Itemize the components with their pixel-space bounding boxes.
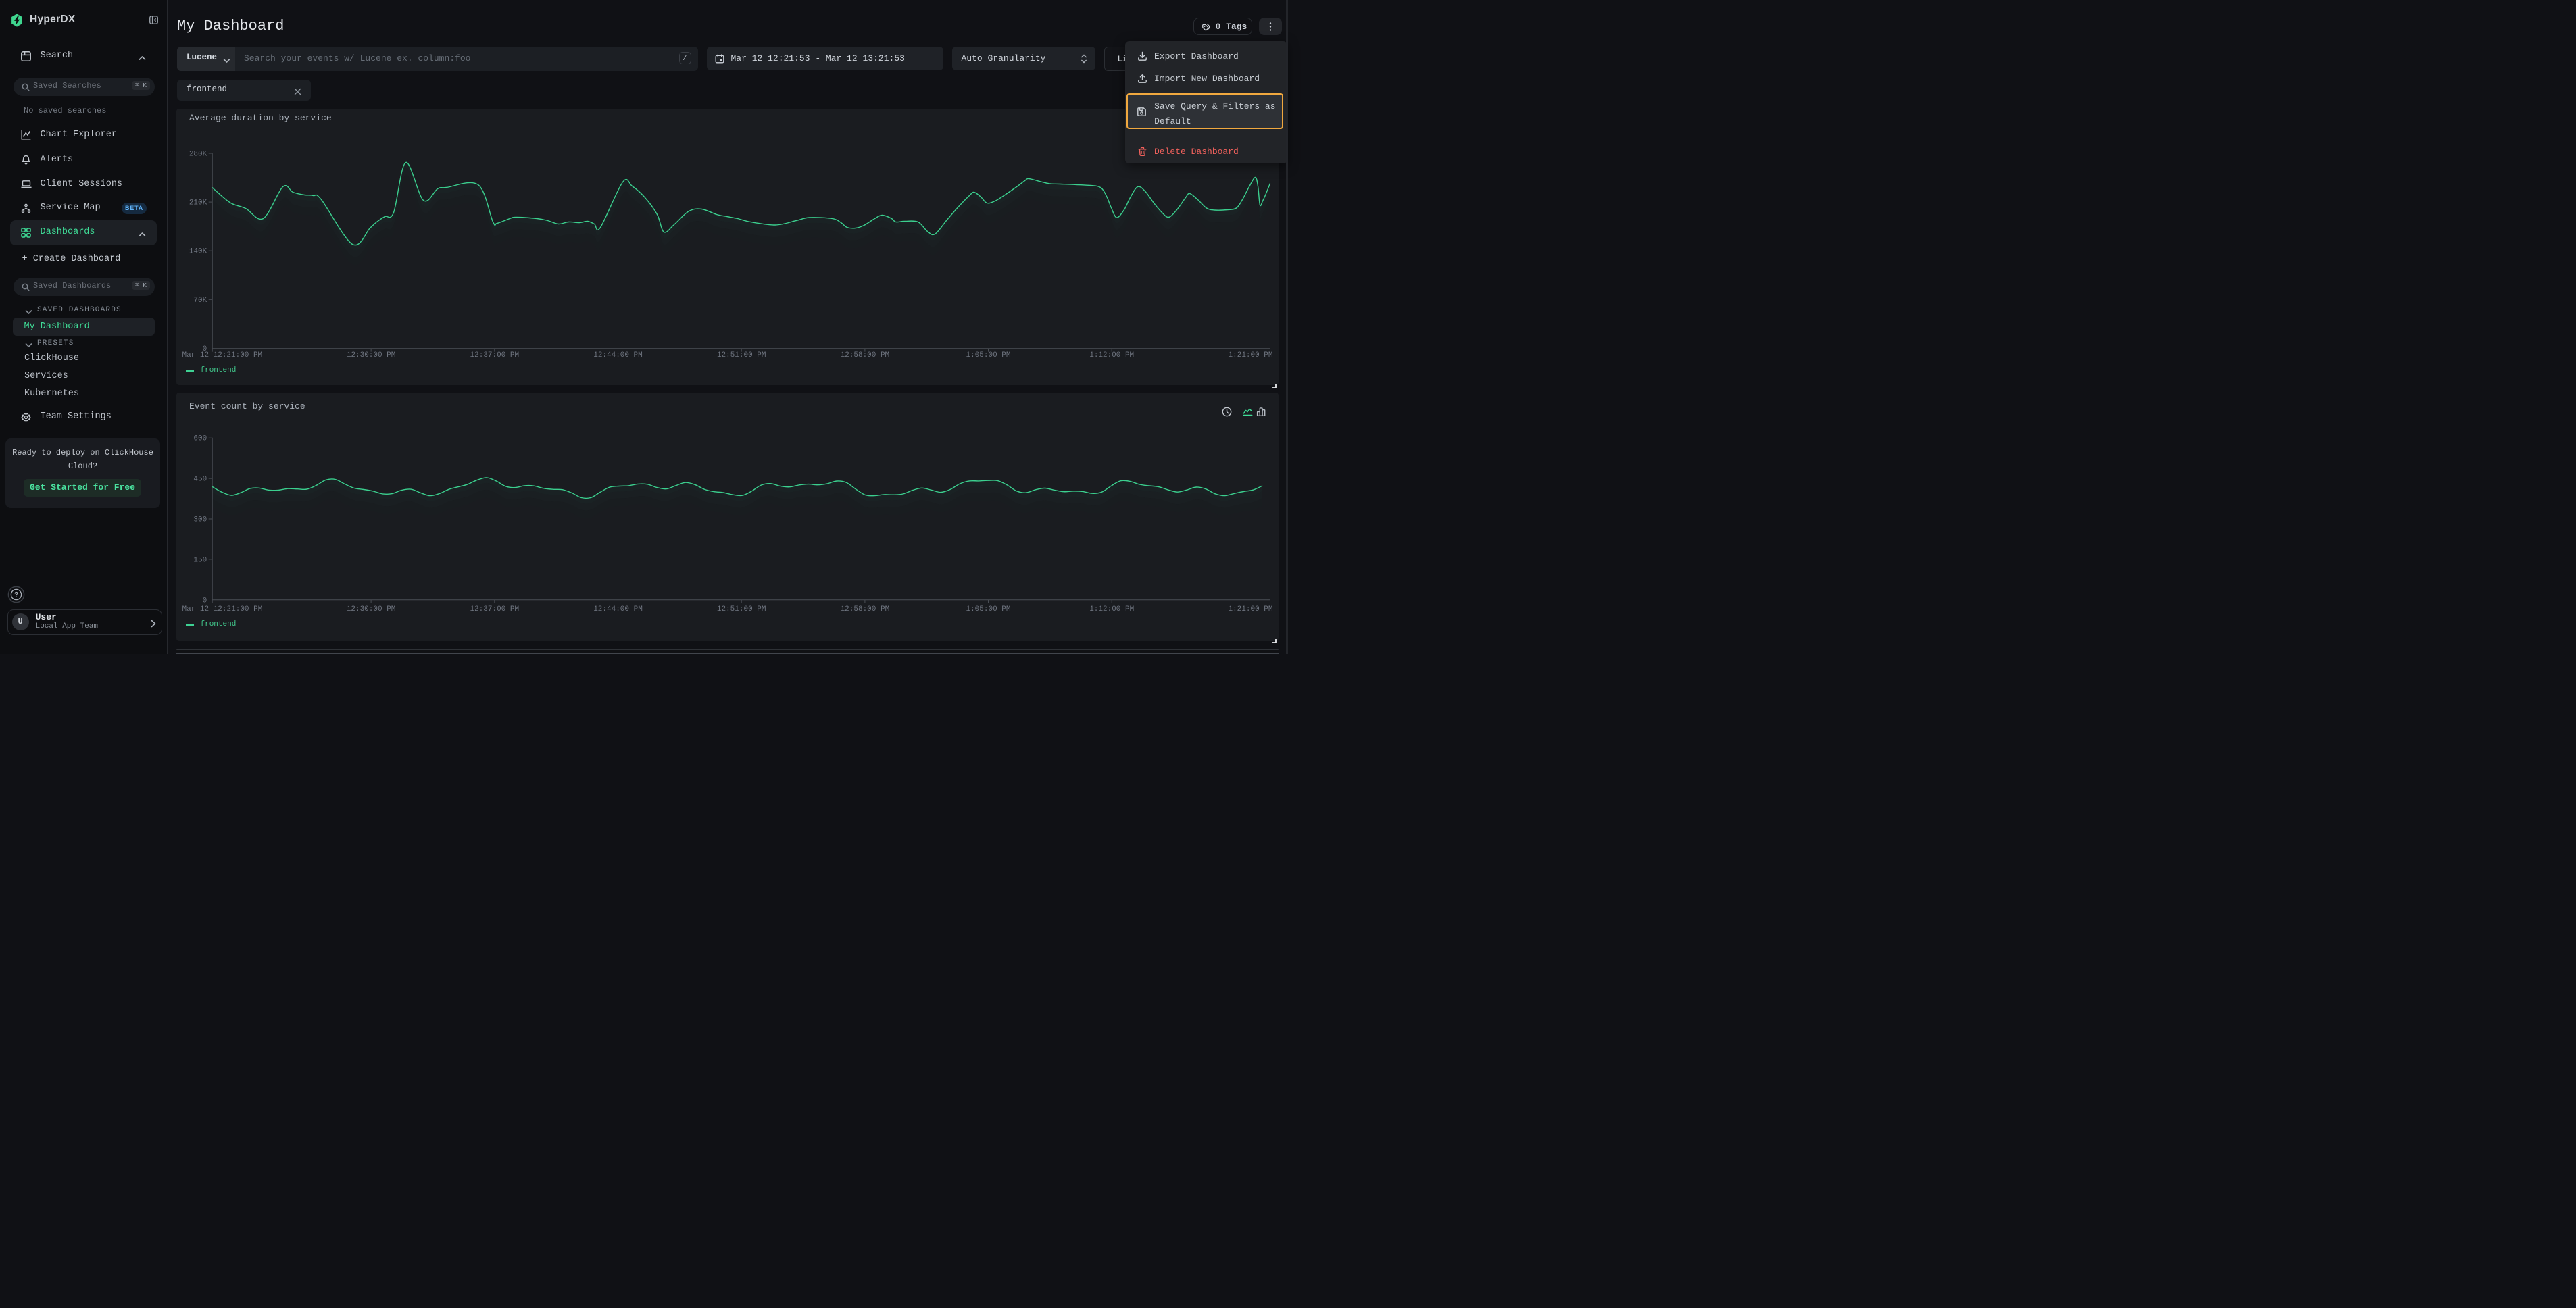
svg-text:12:37:00 PM: 12:37:00 PM — [470, 605, 519, 613]
svg-text:210K: 210K — [189, 199, 207, 207]
svg-text:1:12:00 PM: 1:12:00 PM — [1089, 351, 1134, 359]
svg-text:12:30:00 PM: 12:30:00 PM — [346, 351, 395, 359]
svg-text:Mar 12 12:21:00 PM: Mar 12 12:21:00 PM — [182, 351, 262, 359]
svg-text:450: 450 — [193, 476, 207, 484]
svg-text:70K: 70K — [193, 296, 207, 304]
svg-text:300: 300 — [193, 516, 207, 524]
svg-text:280K: 280K — [189, 150, 207, 158]
svg-text:600: 600 — [193, 435, 207, 443]
svg-text:0: 0 — [202, 597, 207, 605]
svg-text:1:05:00 PM: 1:05:00 PM — [966, 605, 1010, 613]
svg-text:1:21:00 PM: 1:21:00 PM — [1228, 605, 1272, 613]
svg-text:1:12:00 PM: 1:12:00 PM — [1089, 605, 1134, 613]
svg-text:150: 150 — [193, 557, 207, 565]
svg-text:12:51:00 PM: 12:51:00 PM — [716, 605, 766, 613]
svg-text:12:37:00 PM: 12:37:00 PM — [470, 351, 519, 359]
svg-text:12:58:00 PM: 12:58:00 PM — [840, 351, 889, 359]
svg-text:1:05:00 PM: 1:05:00 PM — [966, 351, 1010, 359]
svg-text:12:44:00 PM: 12:44:00 PM — [593, 605, 643, 613]
svg-text:140K: 140K — [189, 247, 207, 255]
svg-text:12:51:00 PM: 12:51:00 PM — [716, 351, 766, 359]
svg-text:Mar 12 12:21:00 PM: Mar 12 12:21:00 PM — [182, 605, 262, 613]
svg-text:1:21:00 PM: 1:21:00 PM — [1228, 351, 1272, 359]
svg-text:12:44:00 PM: 12:44:00 PM — [593, 351, 643, 359]
svg-text:12:58:00 PM: 12:58:00 PM — [840, 605, 889, 613]
svg-text:12:30:00 PM: 12:30:00 PM — [346, 605, 395, 613]
